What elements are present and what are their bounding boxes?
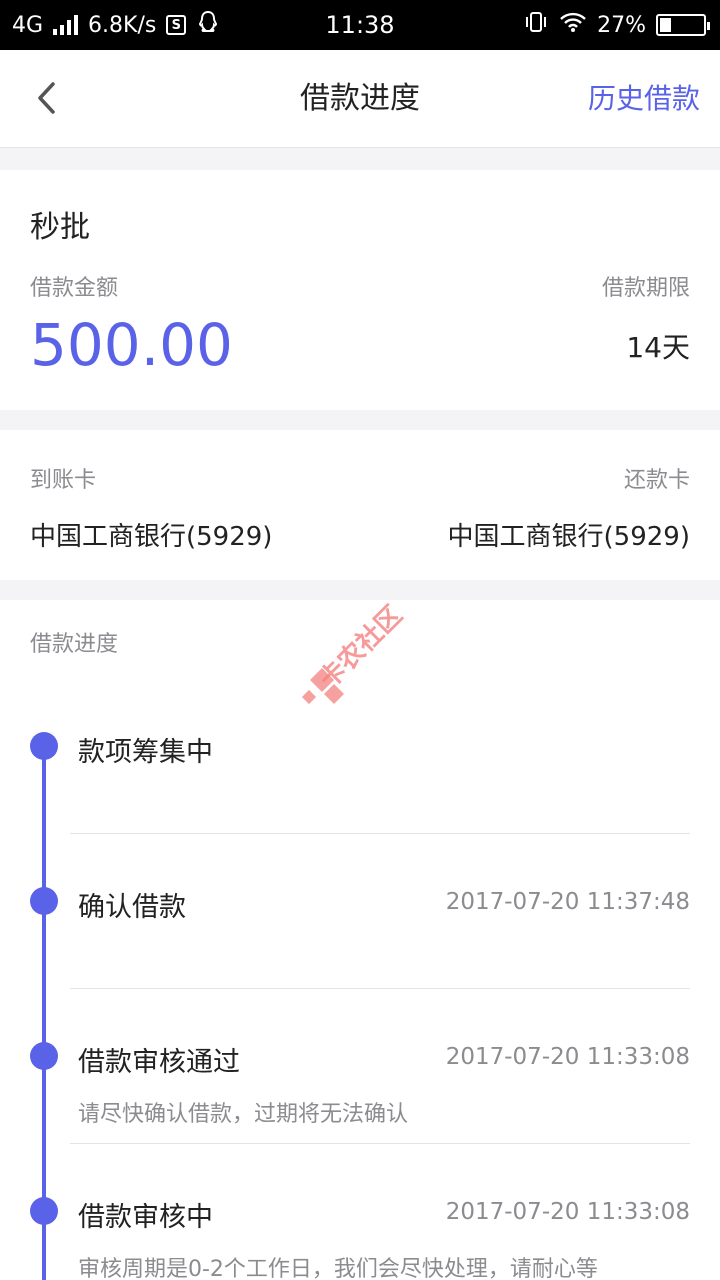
watermark-logo: 卡农社区 — [300, 599, 440, 710]
step-time: 2017-07-20 11:33:08 — [445, 1044, 690, 1070]
step-time: 2017-07-20 11:33:08 — [445, 1199, 690, 1225]
bank-card-section: 到账卡 还款卡 中国工商银行(5929) 中国工商银行(5929) — [0, 430, 720, 580]
progress-title: 借款进度 — [30, 632, 119, 657]
term-label: 借款期限 — [601, 276, 690, 301]
back-button[interactable] — [26, 78, 66, 118]
timeline-dot — [30, 1042, 58, 1070]
qq-icon — [196, 10, 220, 40]
product-name: 秒批 — [30, 210, 90, 245]
wifi-icon — [559, 11, 587, 39]
status-bar: 4G 6.8K/s S 11:38 27% — [0, 0, 720, 50]
receive-bank: 中国工商银行(5929) — [30, 522, 273, 552]
loan-summary-card: 秒批 借款金额 借款期限 500.00 14天 — [0, 170, 720, 410]
step-title: 确认借款 — [78, 892, 186, 923]
history-loans-link[interactable]: 历史借款 — [588, 50, 700, 148]
receive-card-label: 到账卡 — [30, 468, 97, 493]
signal-icon — [53, 15, 79, 35]
status-left: 4G 6.8K/s S — [12, 10, 220, 40]
step-time: 2017-07-20 11:37:48 — [445, 889, 690, 915]
loan-term: 14天 — [626, 331, 690, 364]
network-speed: 6.8K/s — [88, 12, 157, 38]
step-title: 借款审核中 — [78, 1202, 213, 1233]
step-title: 款项筹集中 — [78, 737, 213, 768]
status-right: 27% — [523, 10, 710, 40]
divider — [70, 1143, 690, 1144]
battery-fill — [660, 18, 672, 32]
battery-percent: 27% — [597, 12, 646, 38]
s-app-icon: S — [166, 15, 187, 35]
battery-icon — [656, 14, 710, 36]
timeline-dot — [30, 732, 58, 760]
step-desc: 审核周期是0-2个工作日，我们会尽快处理，请耐心等 — [78, 1257, 598, 1280]
step-desc: 请尽快确认借款，过期将无法确认 — [78, 1102, 409, 1127]
repay-bank: 中国工商银行(5929) — [447, 522, 690, 552]
chevron-left-icon — [38, 82, 55, 114]
vibrate-icon — [523, 10, 549, 40]
nav-bar: 借款进度 历史借款 — [0, 50, 720, 148]
repay-card-label: 还款卡 — [623, 468, 690, 493]
divider — [70, 833, 690, 834]
timeline-dot — [30, 1197, 58, 1225]
amount-label: 借款金额 — [30, 276, 119, 301]
divider — [70, 988, 690, 989]
step-title: 借款审核通过 — [78, 1047, 240, 1078]
network-type: 4G — [12, 12, 44, 38]
loan-amount: 500.00 — [30, 311, 233, 379]
timeline-dot — [30, 887, 58, 915]
